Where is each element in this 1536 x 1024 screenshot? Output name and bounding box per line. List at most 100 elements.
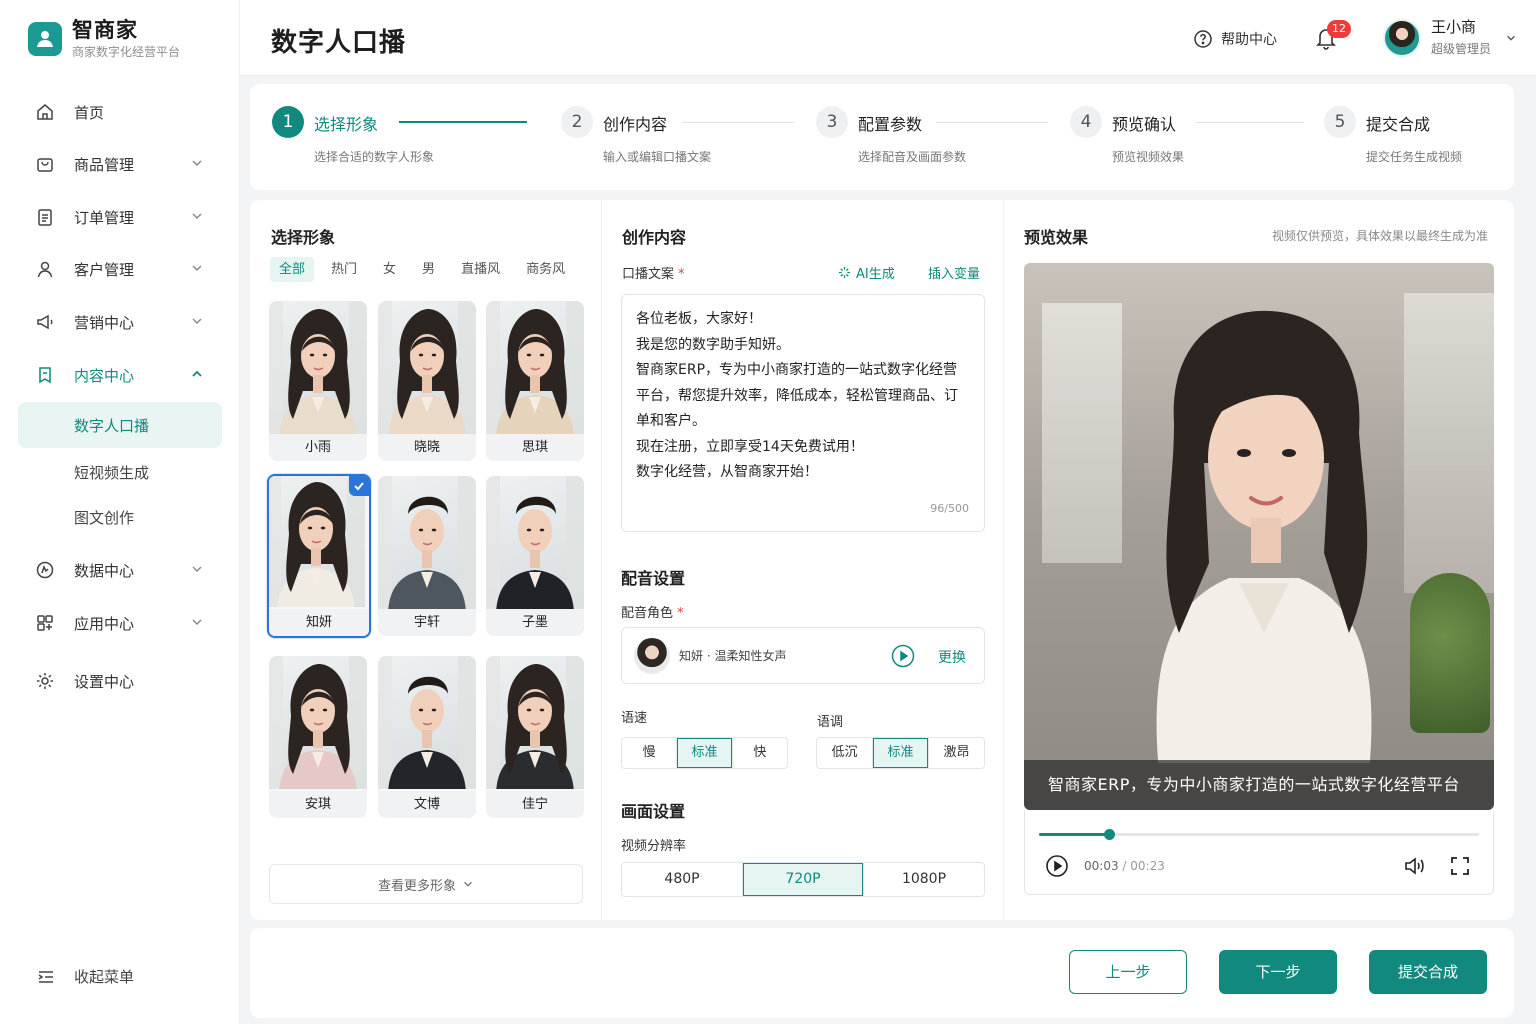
filter-tab-all[interactable]: 全部 bbox=[270, 257, 315, 282]
step-number: 5 bbox=[1324, 106, 1356, 138]
brand-subtitle: 商家数字化经营平台 bbox=[72, 45, 181, 59]
avatar-card[interactable]: 佳宁 bbox=[486, 656, 584, 818]
script-label: 口播文案 * bbox=[622, 263, 685, 282]
more-avatars-button[interactable]: 查看更多形象 bbox=[269, 864, 583, 904]
volume-icon[interactable] bbox=[1403, 855, 1427, 877]
current-time: 00:03 bbox=[1084, 859, 1119, 873]
speed-option-slow[interactable]: 慢 bbox=[622, 738, 678, 768]
chevron-down-icon bbox=[192, 566, 202, 573]
resolution-option-480p[interactable]: 480P bbox=[622, 863, 743, 896]
filter-tab-female[interactable]: 女 bbox=[374, 257, 405, 282]
voice-name: 知妍 · 温柔知性女声 bbox=[679, 649, 787, 663]
chevron-down-icon bbox=[192, 318, 202, 325]
ai-generate-button[interactable]: AI生成 bbox=[838, 263, 895, 282]
sidebar-sub-item-short-video[interactable]: 短视频生成 bbox=[18, 449, 222, 495]
avatar-card[interactable]: 宇轩 bbox=[378, 476, 476, 636]
sidebar-item-home[interactable]: 首页 bbox=[18, 90, 222, 134]
video-preview[interactable]: 智商家ERP，专为中小商家打造的一站式数字化经营平台 bbox=[1024, 263, 1494, 810]
filter-tab-business[interactable]: 商务风 bbox=[517, 257, 574, 282]
play-circle-icon[interactable] bbox=[891, 644, 915, 668]
required-mark: * bbox=[678, 267, 685, 282]
avatar bbox=[1383, 18, 1421, 57]
step-label: 提交合成 bbox=[1366, 115, 1431, 134]
sidebar-item-settings[interactable]: 设置中心 bbox=[18, 659, 222, 703]
sidebar-item-customers[interactable]: 客户管理 bbox=[18, 247, 222, 291]
avatar-name: 安琪 bbox=[269, 791, 367, 818]
avatar-card[interactable]: 晓晓 bbox=[378, 301, 476, 461]
avatar-card[interactable]: 安琪 bbox=[269, 656, 367, 818]
brand-logo[interactable]: 智商家 商家数字化经营平台 bbox=[28, 18, 180, 60]
required-mark: * bbox=[677, 606, 684, 621]
user-menu[interactable]: 王小商 超级管理员 bbox=[1383, 18, 1517, 57]
resolution-option-720p[interactable]: 720P bbox=[743, 863, 864, 896]
sidebar-item-data[interactable]: 数据中心 bbox=[18, 548, 222, 592]
speed-label: 语速 bbox=[621, 711, 648, 726]
next-step-button[interactable]: 下一步 bbox=[1219, 950, 1337, 994]
avatar-photo bbox=[378, 656, 476, 789]
avatar-photo bbox=[269, 656, 367, 789]
sidebar-item-marketing[interactable]: 营销中心 bbox=[18, 300, 222, 344]
script-label-text: 口播文案 bbox=[622, 267, 675, 282]
script-textarea[interactable]: 各位老板，大家好！ 我是您的数字助手知妍。 智商家ERP，专为中小商家打造的一站式数… bbox=[621, 294, 985, 532]
time-display: 00:03 / 00:23 bbox=[1084, 859, 1165, 873]
speed-option-fast[interactable]: 快 bbox=[733, 738, 787, 768]
change-voice-button[interactable]: 更换 bbox=[938, 647, 966, 667]
filter-tab-hot[interactable]: 热门 bbox=[322, 257, 366, 282]
avatar-name: 佳宁 bbox=[486, 791, 584, 818]
presenter-figure bbox=[1156, 310, 1372, 763]
chevron-down-icon bbox=[464, 881, 472, 887]
sidebar-item-label: 客户管理 bbox=[74, 260, 135, 279]
step-description: 输入或编辑口播文案 bbox=[603, 150, 712, 164]
sidebar-sub-item-graphic[interactable]: 图文创作 bbox=[18, 494, 222, 540]
sidebar-item-orders[interactable]: 订单管理 bbox=[18, 195, 222, 239]
step-connector bbox=[936, 122, 1048, 123]
avatar-card[interactable]: 小雨 bbox=[269, 301, 367, 461]
progress-slider[interactable] bbox=[1039, 829, 1479, 840]
step-label: 创作内容 bbox=[603, 115, 668, 134]
time-separator: / bbox=[1118, 859, 1131, 873]
step-description: 预览视频效果 bbox=[1112, 150, 1185, 164]
submit-button[interactable]: 提交合成 bbox=[1369, 950, 1487, 994]
tone-option-normal[interactable]: 标准 bbox=[873, 738, 929, 768]
step-progress: 1 选择形象 选择合适的数字人形象 2 创作内容 输入或编辑口播文案 3 配置参… bbox=[250, 84, 1514, 190]
sidebar-item-label: 数据中心 bbox=[74, 561, 135, 580]
insert-variable-button[interactable]: 插入变量 bbox=[928, 263, 980, 282]
voice-role-label-text: 配音角色 bbox=[621, 606, 674, 621]
help-center-link[interactable]: 帮助中心 bbox=[1193, 29, 1277, 49]
voice-selector[interactable]: 知妍 · 温柔知性女声 更换 bbox=[621, 627, 985, 684]
sidebar-item-apps[interactable]: 应用中心 bbox=[18, 601, 222, 645]
sidebar-item-content[interactable]: 内容中心 bbox=[18, 353, 222, 397]
avatar-card[interactable]: 知妍 bbox=[267, 474, 371, 638]
char-counter: 96/500 bbox=[930, 501, 969, 515]
play-icon[interactable] bbox=[1045, 854, 1069, 878]
avatar-photo bbox=[486, 476, 584, 609]
resolution-selector: 480P 720P 1080P bbox=[621, 862, 985, 897]
tone-option-high[interactable]: 激昂 bbox=[929, 738, 984, 768]
avatar-name: 小雨 bbox=[269, 434, 367, 461]
sidebar-sub-item-digital-human[interactable]: 数字人口播 bbox=[18, 402, 222, 448]
step-connector bbox=[682, 122, 794, 123]
filter-tab-male[interactable]: 男 bbox=[413, 257, 444, 282]
resolution-option-1080p[interactable]: 1080P bbox=[864, 863, 984, 896]
speed-option-normal[interactable]: 标准 bbox=[677, 738, 733, 768]
voice-section-title: 配音设置 bbox=[621, 569, 686, 588]
avatar-card[interactable]: 文博 bbox=[378, 656, 476, 818]
avatar-card[interactable]: 思琪 bbox=[486, 301, 584, 461]
collapse-menu-button[interactable]: 收起菜单 bbox=[36, 966, 134, 987]
video-player-controls: 00:03 / 00:23 bbox=[1024, 810, 1494, 895]
progress-handle[interactable] bbox=[1104, 829, 1116, 840]
sparkle-icon bbox=[838, 266, 851, 279]
brand-name: 智商家 bbox=[72, 18, 138, 42]
prev-step-button[interactable]: 上一步 bbox=[1069, 950, 1187, 994]
avatar-card[interactable]: 子墨 bbox=[486, 476, 584, 636]
script-line: 单和客户。 bbox=[636, 413, 706, 429]
avatar-photo bbox=[269, 301, 367, 434]
tone-option-low[interactable]: 低沉 bbox=[817, 738, 873, 768]
sidebar-item-products[interactable]: 商品管理 bbox=[18, 142, 222, 186]
total-time: 00:23 bbox=[1130, 859, 1165, 873]
logo-icon bbox=[28, 22, 62, 56]
chevron-down-icon bbox=[192, 265, 202, 272]
chevron-down-icon bbox=[1507, 35, 1515, 41]
filter-tab-live[interactable]: 直播风 bbox=[452, 257, 509, 282]
fullscreen-icon[interactable] bbox=[1450, 856, 1470, 876]
